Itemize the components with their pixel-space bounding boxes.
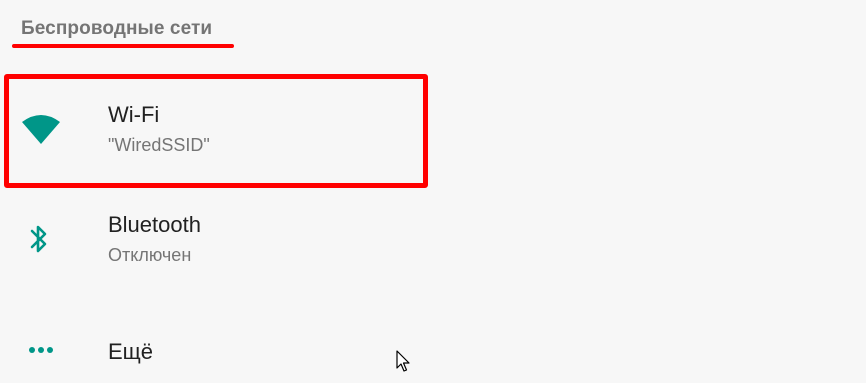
wifi-summary: "WiredSSID" bbox=[108, 135, 210, 155]
wifi-setting-item[interactable]: Wi-Fi "WiredSSID" bbox=[0, 78, 866, 178]
bluetooth-icon bbox=[30, 225, 47, 253]
bluetooth-summary: Отключен bbox=[108, 245, 192, 265]
more-horiz-icon bbox=[29, 347, 53, 353]
bluetooth-setting-item[interactable]: Bluetooth Отключен bbox=[0, 196, 866, 296]
bluetooth-title: Bluetooth bbox=[108, 212, 201, 237]
mouse-cursor-icon bbox=[396, 350, 410, 372]
annotation-underline bbox=[12, 44, 234, 48]
wireless-settings-screen: Беспроводные сети Wi-Fi "WiredSSID" Blue… bbox=[0, 0, 866, 383]
more-setting-item[interactable]: Ещё bbox=[0, 318, 866, 383]
wifi-title: Wi-Fi bbox=[108, 102, 160, 127]
more-title: Ещё bbox=[108, 339, 154, 364]
section-header: Беспроводные сети bbox=[21, 18, 213, 39]
wifi-icon bbox=[22, 115, 60, 144]
